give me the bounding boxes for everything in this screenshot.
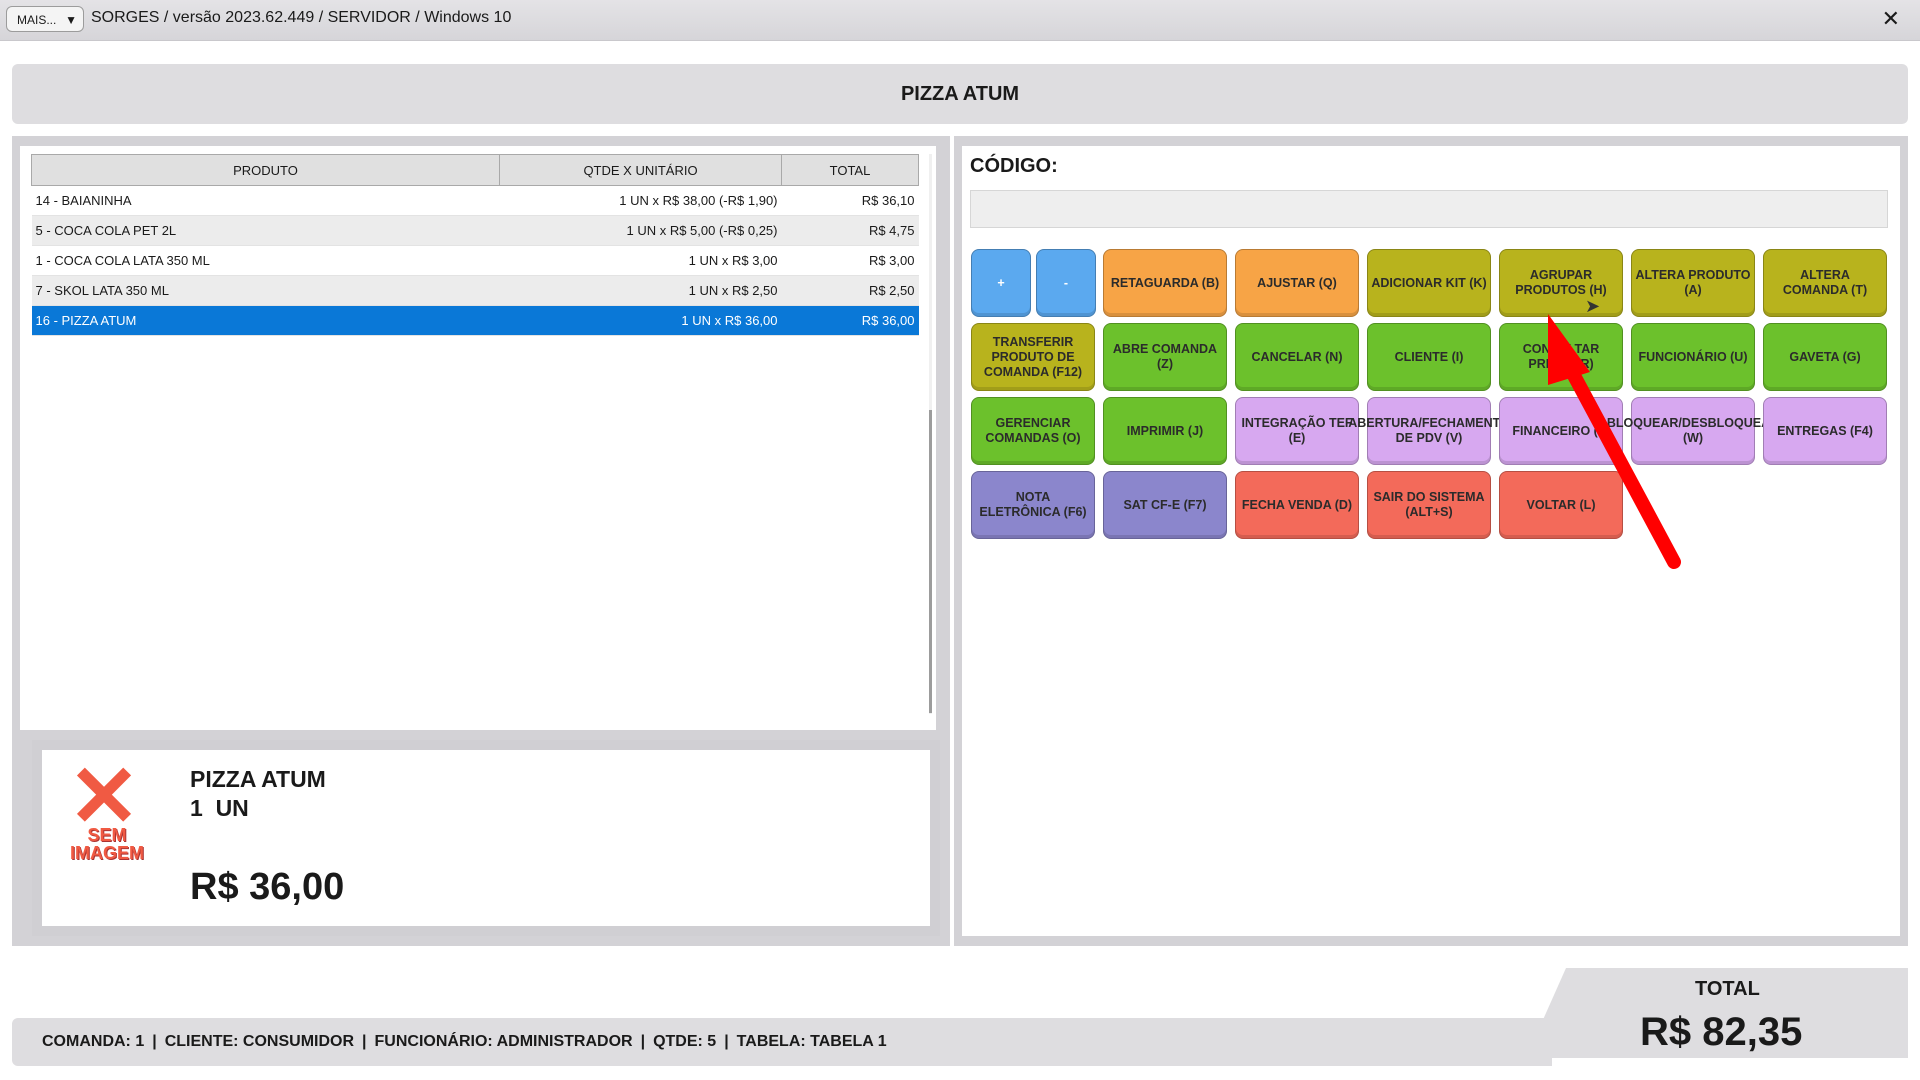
column-header-qtde[interactable]: QTDE X UNITÁRIO — [499, 154, 782, 186]
financeiro-button[interactable]: FINANCEIRO (F) — [1499, 397, 1623, 465]
code-input[interactable] — [970, 190, 1888, 228]
detail-price: R$ 36,00 — [190, 866, 345, 908]
altera-comanda-button[interactable]: ALTERA COMANDA (T) — [1763, 249, 1887, 317]
status-funcionario: FUNCIONÁRIO: ADMINISTRADOR — [374, 1033, 633, 1050]
minus-button[interactable]: - — [1036, 249, 1096, 317]
cell-produto: 5 - COCA COLA PET 2L — [31, 215, 500, 246]
entregas-button[interactable]: ENTREGAS (F4) — [1763, 397, 1887, 465]
plus-button[interactable]: + — [971, 249, 1031, 317]
status-separator: | — [362, 1033, 367, 1050]
sat-cfe-button[interactable]: SAT CF-E (F7) — [1103, 471, 1227, 539]
status-separator: | — [152, 1033, 157, 1050]
status-cliente: CLIENTE: CONSUMIDOR — [164, 1033, 355, 1050]
no-image-line1: SEM — [87, 825, 127, 845]
table-header-row: PRODUTO QTDE X UNITÁRIO TOTAL — [31, 154, 919, 186]
cell-total: R$ 3,00 — [781, 245, 919, 276]
consultar-preco-button[interactable]: CONSULTAR PREÇO (R) — [1499, 323, 1623, 391]
selected-product-header: PIZZA ATUM — [12, 64, 1908, 124]
status-comanda: COMANDA: 1 — [42, 1033, 145, 1050]
status-line: COMANDA: 1 | CLIENTE: CONSUMIDOR | FUNCIONÁR… — [42, 1033, 887, 1051]
scrollbar-thumb[interactable] — [929, 410, 932, 713]
cell-produto: 16 - PIZZA ATUM — [31, 305, 500, 336]
cell-qtde: 1 UN x R$ 38,00 (-R$ 1,90) — [499, 185, 782, 216]
abre-comanda-button[interactable]: ABRE COMANDA (Z) — [1103, 323, 1227, 391]
gerenciar-comandas-button[interactable]: GERENCIAR COMANDAS (O) — [971, 397, 1095, 465]
cell-qtde: 1 UN x R$ 2,50 — [499, 275, 782, 306]
items-table: PRODUTO QTDE X UNITÁRIO TOTAL 14 - BAIAN… — [31, 154, 919, 336]
table-row[interactable]: 14 - BAIANINHA 1 UN x R$ 38,00 (-R$ 1,90… — [31, 185, 919, 216]
no-image-label: SEM IMAGEM — [62, 826, 152, 862]
dropdown-arrow-icon: ▼ — [65, 13, 77, 27]
more-menu-label: MAIS... — [17, 13, 57, 27]
cell-qtde: 1 UN x R$ 5,00 (-R$ 0,25) — [499, 215, 782, 246]
bloquear-desbloquear-button[interactable]: BLOQUEAR/DESBLOQUEAR (W) — [1607, 397, 1779, 465]
cell-produto: 7 - SKOL LATA 350 ML — [31, 275, 500, 306]
detail-product-name: PIZZA ATUM — [190, 766, 326, 792]
ajustar-button[interactable]: AJUSTAR (Q) — [1235, 249, 1359, 317]
cell-produto: 14 - BAIANINHA — [31, 185, 500, 216]
cell-total: R$ 2,50 — [781, 275, 919, 306]
column-header-total[interactable]: TOTAL — [781, 154, 919, 186]
title-bar: MAIS... ▼ SORGES / versão 2023.62.449 / … — [0, 0, 1920, 41]
cell-qtde: 1 UN x R$ 36,00 — [499, 305, 782, 336]
gaveta-button[interactable]: GAVETA (G) — [1763, 323, 1887, 391]
detail-quantity: 1 UN — [190, 795, 249, 821]
cell-produto: 1 - COCA COLA LATA 350 ML — [31, 245, 500, 276]
cell-total: R$ 36,10 — [781, 185, 919, 216]
table-row[interactable]: 5 - COCA COLA PET 2L 1 UN x R$ 5,00 (-R$… — [31, 215, 919, 246]
no-image-line2: IMAGEM — [70, 843, 144, 863]
cell-total: R$ 4,75 — [781, 215, 919, 246]
table-row-selected[interactable]: 16 - PIZZA ATUM 1 UN x R$ 36,00 R$ 36,00 — [31, 305, 919, 336]
column-header-produto[interactable]: PRODUTO — [31, 154, 500, 186]
abertura-fechamento-pdv-button[interactable]: ABERTURA/FECHAMENTO DE PDV (V) — [1348, 397, 1510, 465]
adicionar-kit-button[interactable]: ADICIONAR KIT (K) — [1367, 249, 1491, 317]
funcionario-button[interactable]: FUNCIONÁRIO (U) — [1631, 323, 1755, 391]
mouse-cursor-icon: ➤ — [1585, 296, 1601, 316]
total-label: TOTAL — [1695, 978, 1760, 1000]
total-value: R$ 82,35 — [1640, 1010, 1803, 1054]
voltar-button[interactable]: VOLTAR (L) — [1499, 471, 1623, 539]
cancelar-button[interactable]: CANCELAR (N) — [1235, 323, 1359, 391]
status-qtde: QTDE: 5 — [653, 1033, 717, 1050]
imprimir-button[interactable]: IMPRIMIR (J) — [1103, 397, 1227, 465]
status-separator: | — [640, 1033, 646, 1050]
nota-eletronica-button[interactable]: NOTA ELETRÔNICA (F6) — [971, 471, 1095, 539]
cell-total: R$ 36,00 — [781, 305, 919, 336]
cliente-button[interactable]: CLIENTE (I) — [1367, 323, 1491, 391]
altera-produto-button[interactable]: ALTERA PRODUTO (A) — [1631, 249, 1755, 317]
status-tabela: TABELA: TABELA 1 — [736, 1033, 887, 1050]
table-row[interactable]: 1 - COCA COLA LATA 350 ML 1 UN x R$ 3,00… — [31, 245, 919, 276]
fecha-venda-button[interactable]: FECHA VENDA (D) — [1235, 471, 1359, 539]
table-row[interactable]: 7 - SKOL LATA 350 ML 1 UN x R$ 2,50 R$ 2… — [31, 275, 919, 306]
transferir-produto-button[interactable]: TRANSFERIR PRODUTO DE COMANDA (F12) — [971, 323, 1095, 391]
close-icon[interactable]: ✕ — [1882, 6, 1900, 32]
window-title: SORGES / versão 2023.62.449 / SERVIDOR /… — [91, 9, 512, 26]
code-label: CÓDIGO: — [970, 155, 1058, 177]
agrupar-produtos-button[interactable]: AGRUPAR PRODUTOS (H) — [1499, 249, 1623, 317]
product-detail-panel — [42, 750, 930, 926]
status-separator: | — [724, 1033, 729, 1050]
retaguarda-button[interactable]: RETAGUARDA (B) — [1103, 249, 1227, 317]
integracao-tef-button[interactable]: INTEGRAÇÃO TEF (E) — [1235, 397, 1359, 465]
more-menu-button[interactable]: MAIS... ▼ — [6, 6, 84, 32]
sair-do-sistema-button[interactable]: SAIR DO SISTEMA (ALT+S) — [1367, 471, 1491, 539]
cell-qtde: 1 UN x R$ 3,00 — [499, 245, 782, 276]
